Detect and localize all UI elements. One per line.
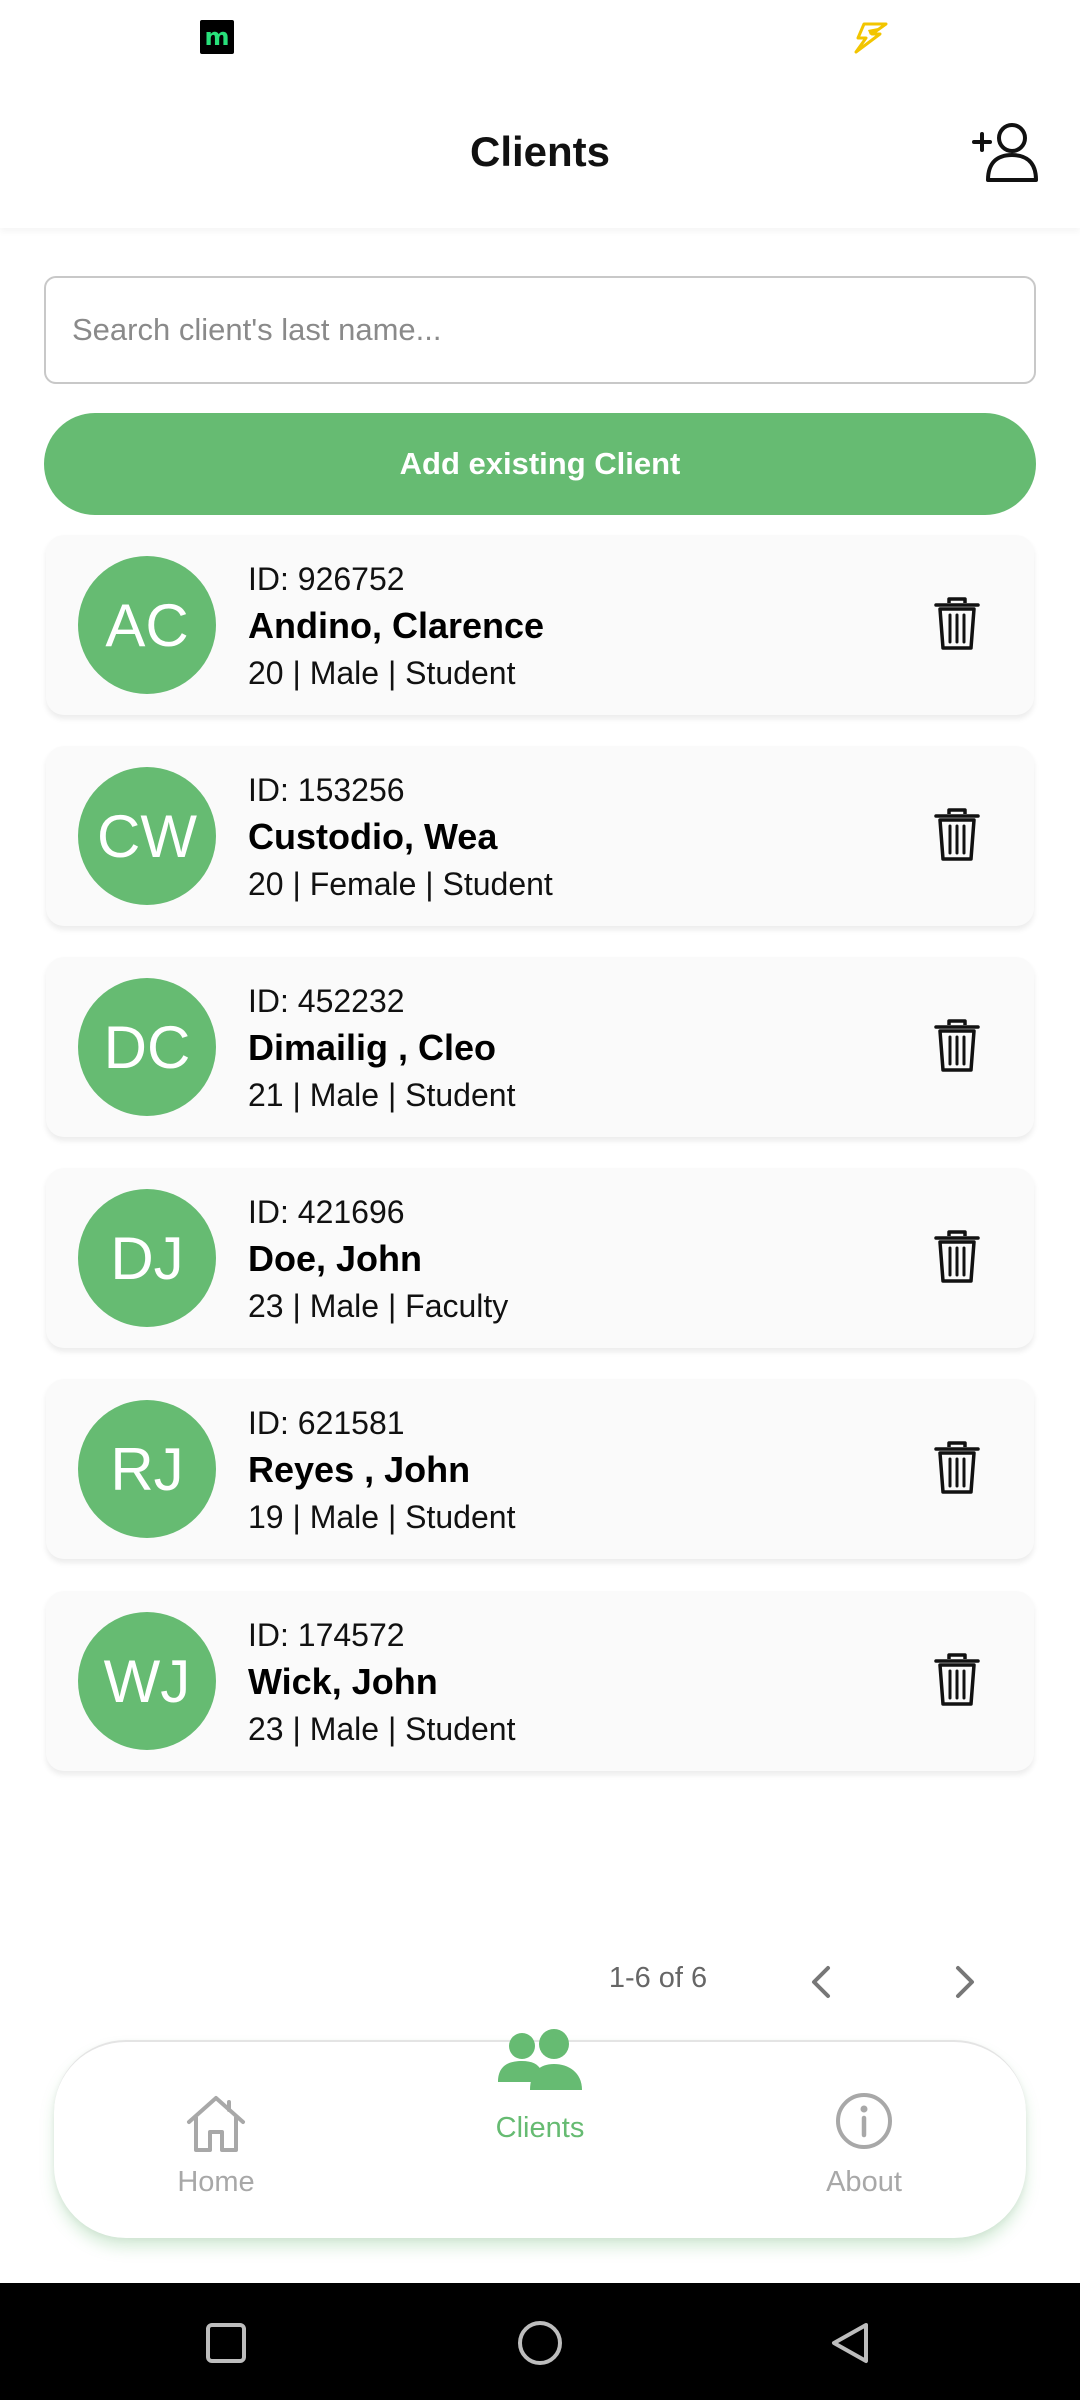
- client-id: ID: 174572: [248, 1617, 405, 1653]
- avatar: CW: [78, 767, 216, 905]
- trash-icon[interactable]: [934, 1230, 980, 1284]
- client-card[interactable]: RJ ID: 621581 Reyes , John 19 | Male | S…: [46, 1379, 1034, 1559]
- client-card[interactable]: DJ ID: 421696 Doe, John 23 | Male | Facu…: [46, 1168, 1034, 1348]
- trash-icon[interactable]: [934, 1019, 980, 1073]
- nav-home[interactable]: Home: [146, 2090, 286, 2199]
- nav-clients[interactable]: Clients: [470, 2028, 610, 2145]
- home-circle-icon[interactable]: [516, 2319, 564, 2367]
- avatar: AC: [78, 556, 216, 694]
- avatar: DC: [78, 978, 216, 1116]
- client-details: 20 | Female | Student: [248, 866, 553, 902]
- trash-icon[interactable]: [934, 597, 980, 651]
- client-details: 23 | Male | Student: [248, 1711, 516, 1747]
- search-field[interactable]: [44, 276, 1036, 384]
- client-name: Reyes , John: [248, 1449, 471, 1490]
- trash-icon[interactable]: [934, 1653, 980, 1707]
- client-details: 21 | Male | Student: [248, 1077, 516, 1113]
- nav-about-label: About: [826, 2166, 902, 2198]
- add-existing-client-button[interactable]: Add existing Client: [44, 413, 1036, 515]
- client-name: Wick, John: [248, 1661, 438, 1702]
- pagination-range: 1-6 of 6: [608, 1962, 708, 1994]
- lightning-icon: [854, 22, 888, 54]
- recents-icon[interactable]: [204, 2321, 248, 2365]
- clients-screen: m Clients Add existing Client AC ID: 926…: [0, 0, 1080, 2400]
- avatar: RJ: [78, 1400, 216, 1538]
- client-id: ID: 153256: [248, 772, 405, 808]
- system-navigation-bar: [0, 2283, 1080, 2400]
- client-id: ID: 452232: [248, 983, 405, 1019]
- nav-clients-label: Clients: [495, 2112, 585, 2144]
- client-name: Andino, Clarence: [248, 605, 545, 646]
- notification-app-icon: m: [200, 20, 234, 54]
- client-card[interactable]: CW ID: 153256 Custodio, Wea 20 | Female …: [46, 746, 1034, 926]
- home-icon: [187, 2096, 245, 2152]
- trash-icon[interactable]: [934, 808, 980, 862]
- client-name: Doe, John: [248, 1238, 423, 1279]
- client-name: Custodio, Wea: [248, 816, 498, 857]
- notification-app-letter: m: [204, 23, 230, 51]
- search-input[interactable]: [46, 278, 1034, 382]
- avatar: WJ: [78, 1612, 216, 1750]
- status-bar: m: [0, 0, 1080, 76]
- back-icon[interactable]: [826, 2319, 874, 2367]
- client-card[interactable]: WJ ID: 174572 Wick, John 23 | Male | Stu…: [46, 1591, 1034, 1771]
- client-details: 19 | Male | Student: [248, 1499, 516, 1535]
- client-id: ID: 926752: [248, 561, 405, 597]
- nav-about[interactable]: About: [794, 2090, 934, 2199]
- add-user-icon[interactable]: [970, 116, 1042, 188]
- client-id: ID: 621581: [248, 1405, 405, 1441]
- chevron-right-icon[interactable]: [944, 1960, 984, 2004]
- info-icon: [836, 2093, 892, 2149]
- client-card[interactable]: DC ID: 452232 Dimailig , Cleo 21 | Male …: [46, 957, 1034, 1137]
- chevron-left-icon[interactable]: [802, 1960, 842, 2004]
- client-id: ID: 421696: [248, 1194, 405, 1230]
- avatar: DJ: [78, 1189, 216, 1327]
- bottom-navigation: Home Clients About: [54, 2029, 1026, 2238]
- nav-home-label: Home: [177, 2166, 255, 2198]
- app-header: Clients: [0, 76, 1080, 228]
- client-details: 23 | Male | Faculty: [248, 1288, 509, 1324]
- page-title: Clients: [469, 128, 611, 175]
- client-card[interactable]: AC ID: 926752 Andino, Clarence 20 | Male…: [46, 535, 1034, 715]
- trash-icon[interactable]: [934, 1441, 980, 1495]
- client-details: 20 | Male | Student: [248, 655, 516, 691]
- users-icon: [498, 2029, 582, 2090]
- client-name: Dimailig , Cleo: [248, 1027, 497, 1068]
